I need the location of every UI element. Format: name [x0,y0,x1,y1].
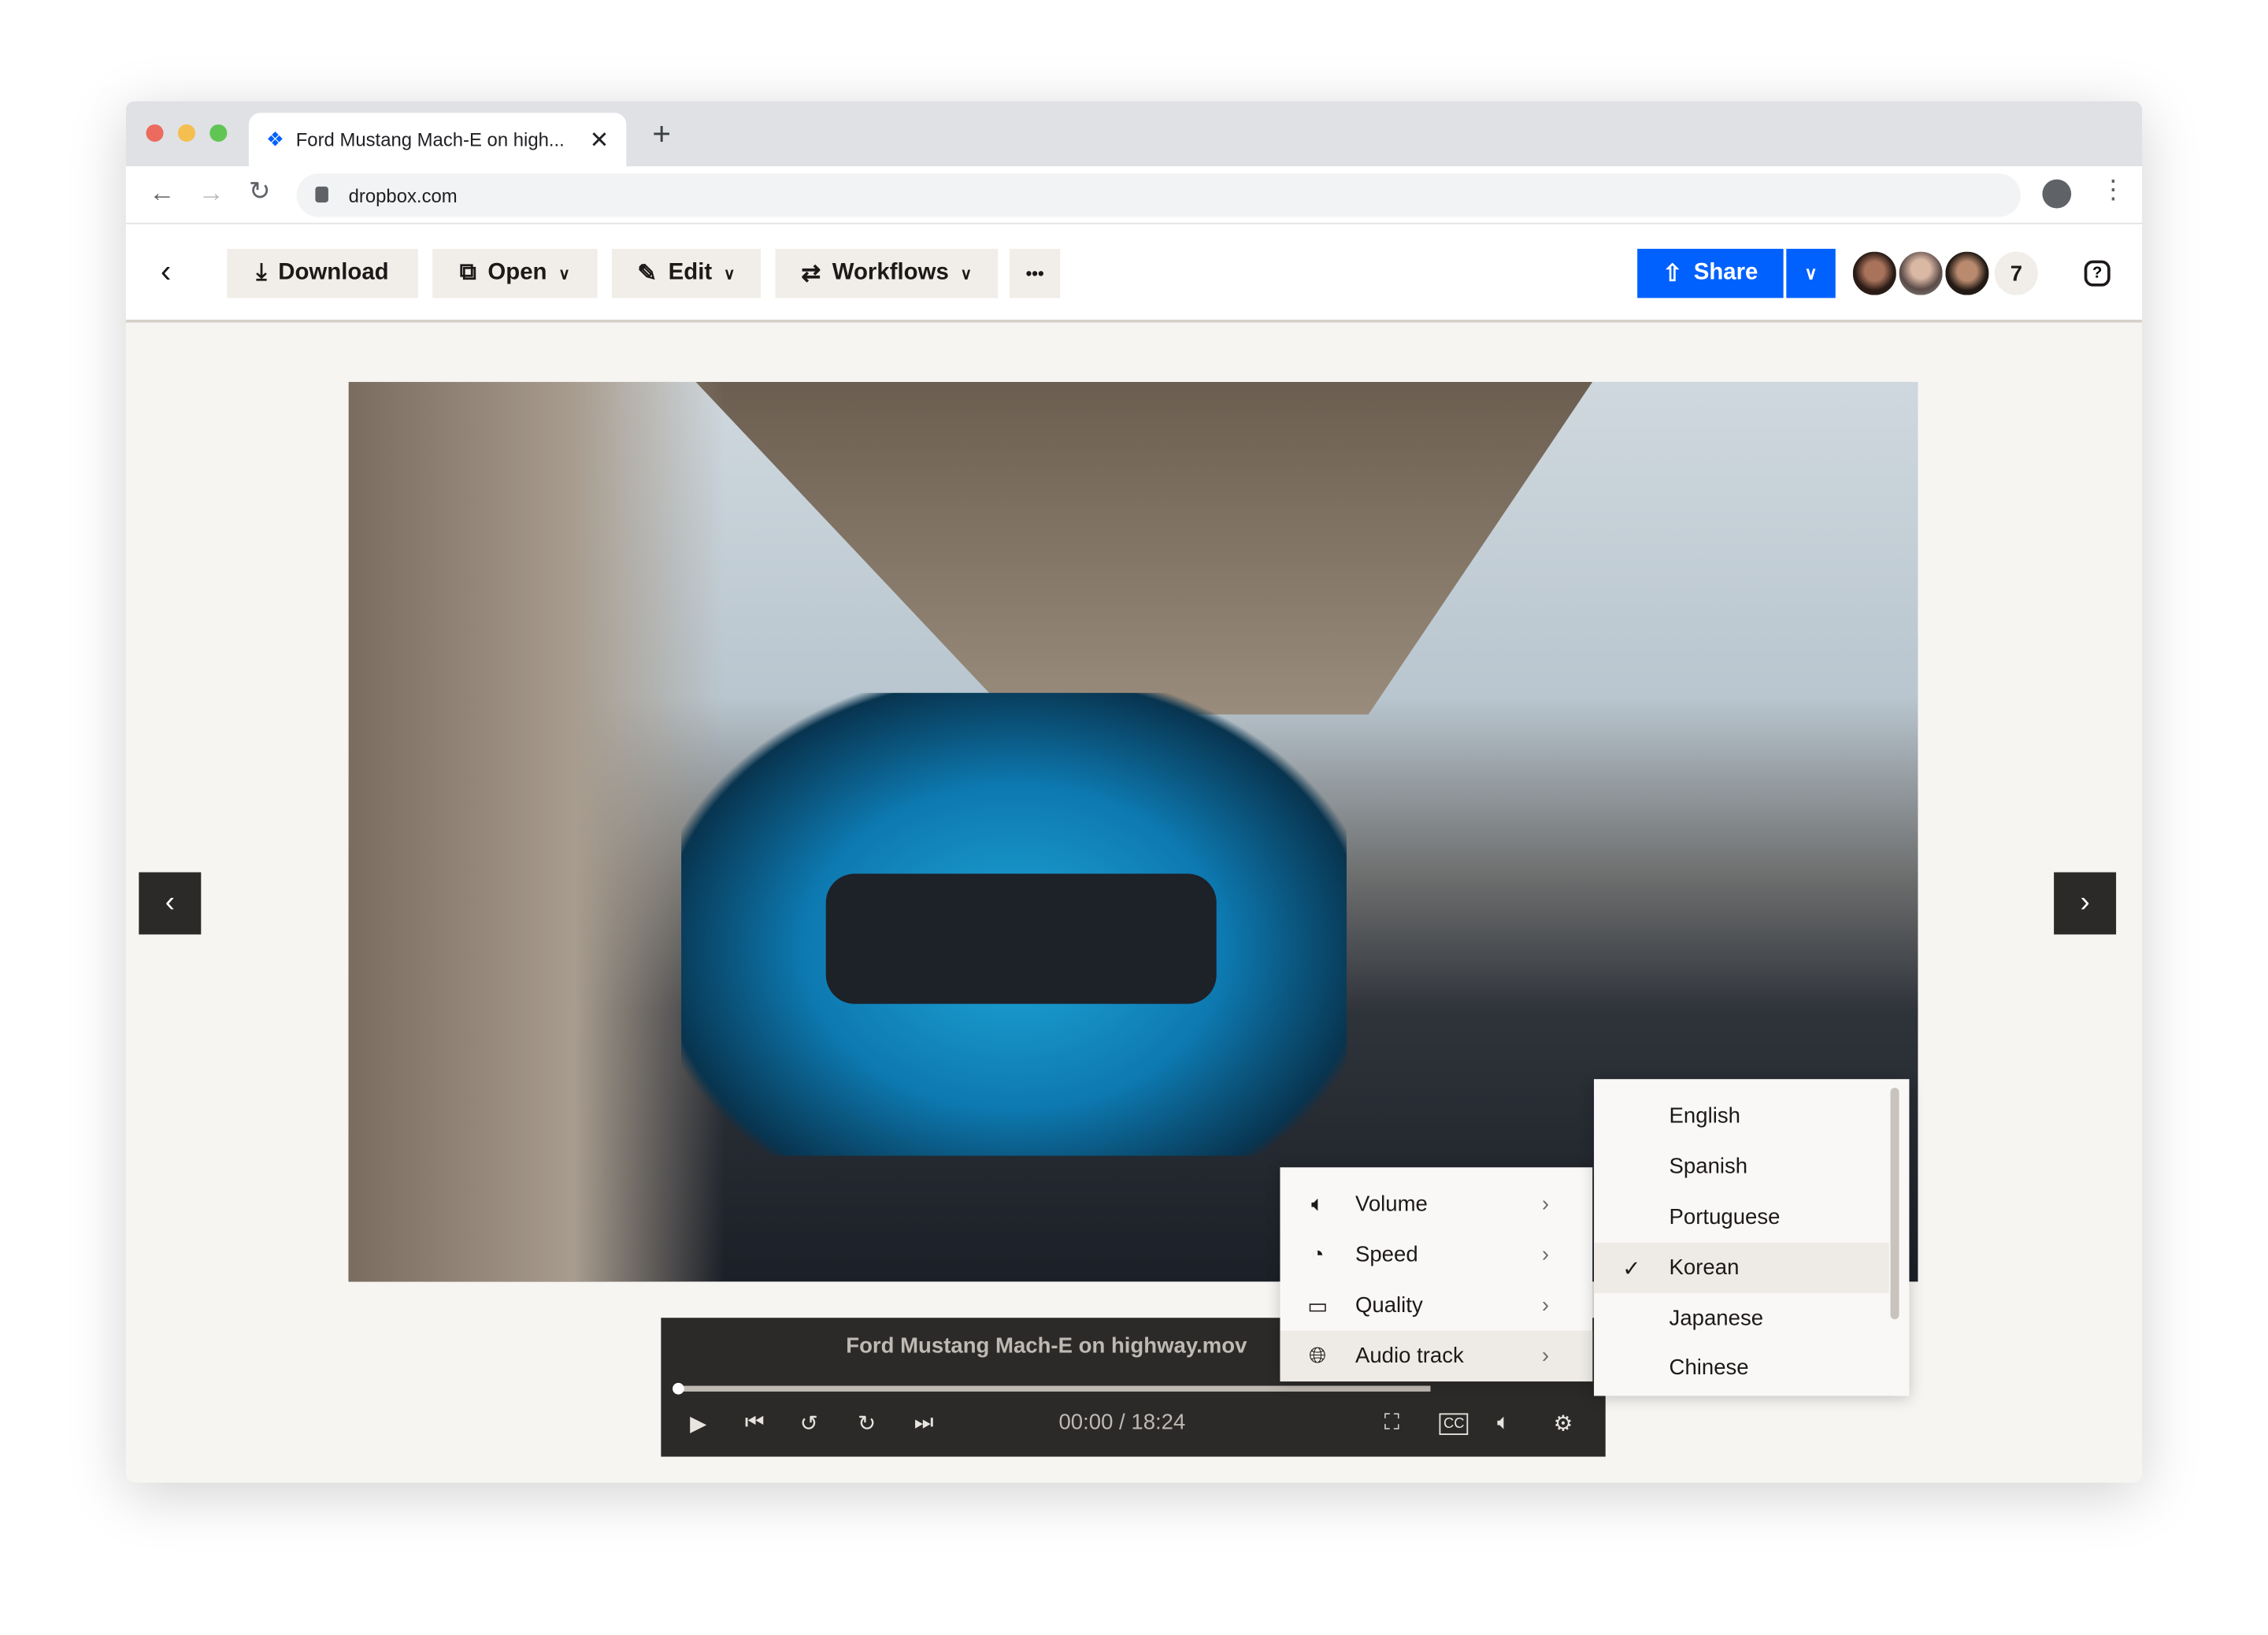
menu-item-label: Audio track [1354,1344,1464,1369]
forward-10-icon[interactable]: ↻ [858,1411,876,1437]
video-camera-icon: ▭ [1307,1293,1329,1319]
globe-icon: 🌐︎ [1309,1344,1327,1369]
browser-tab[interactable]: ❖ Ford Mustang Mach-E on high... ✕ [248,113,627,167]
chevron-down-icon: ∨ [1804,263,1818,284]
forward-icon[interactable]: → [198,178,224,209]
menu-item-audio-track[interactable]: 🌐︎ Audio track › [1280,1330,1593,1382]
overpass-image [695,381,1593,715]
tab-title: Ford Mustang Mach-E on high... [295,128,565,151]
menu-item-label: Quality [1354,1293,1423,1318]
minimize-window-button[interactable] [177,124,195,142]
dropbox-logo-icon: ❖ [265,127,285,151]
chevron-right-icon: › [1541,1293,1550,1318]
chevron-right-icon: › [1541,1192,1550,1217]
chevron-left-icon: ‹ [165,886,175,919]
download-label: Download [278,260,389,285]
rewind-10-icon[interactable]: ↺ [800,1411,818,1437]
menu-item-label: Volume [1354,1192,1428,1217]
skip-next-icon[interactable]: ⏭ [914,1411,934,1435]
checkmark-icon: ✓ [1622,1256,1641,1281]
more-button[interactable]: ••• [1010,248,1061,298]
share-icon: ⇧ [1662,261,1683,287]
chevron-right-icon: › [2080,886,2090,919]
next-file-button[interactable]: › [2054,872,2117,935]
menu-item-label: Speed [1354,1242,1418,1267]
audio-option-selected[interactable]: ✓ Korean [1594,1242,1889,1294]
audio-track-menu: English Spanish Portuguese ✓ Korean Japan… [1594,1079,1910,1396]
browser-window: ❖ Ford Mustang Mach-E on high... ✕ + ← →… [125,101,2143,1483]
menu-item-quality[interactable]: ▭ Quality › [1280,1280,1592,1330]
play-icon[interactable]: ▶ [690,1411,706,1437]
chevron-right-icon: › [1541,1242,1550,1267]
audio-option[interactable]: Spanish [1594,1141,1909,1192]
url-text: dropbox.com [348,184,458,206]
avatar[interactable] [1850,248,1899,298]
maximize-window-button[interactable] [209,124,228,142]
progress-handle[interactable] [673,1382,684,1395]
volume-icon: 🔈︎ [1310,1192,1325,1217]
audio-option[interactable]: Japanese [1594,1293,1909,1344]
tab-bar: ❖ Ford Mustang Mach-E on high... ✕ + [125,101,2143,167]
member-count-badge[interactable]: 7 [1992,248,2041,298]
back-chevron-icon[interactable]: ‹ [161,253,171,291]
open-external-icon: ⧉ [459,260,476,285]
settings-gear-icon[interactable]: ⚙ [1554,1411,1573,1437]
progress-bar[interactable] [678,1385,1431,1392]
chevron-right-icon: › [1541,1344,1550,1369]
download-button[interactable]: ⤓ Download [227,248,418,298]
fullscreen-icon[interactable]: ⛶ [1384,1411,1399,1435]
open-label: Open [487,260,547,285]
audio-option[interactable]: Chinese [1594,1342,1909,1392]
edit-button[interactable]: ✎ Edit ∨ [611,248,762,298]
close-tab-icon[interactable]: ✕ [590,125,610,154]
reload-icon[interactable]: ↻ [249,176,271,207]
new-tab-button[interactable]: + [652,116,671,154]
download-icon: ⤓ [256,260,267,285]
back-icon[interactable]: ← [149,178,175,209]
workflows-label: Workflows [832,260,949,285]
audio-option[interactable]: English [1594,1091,1909,1141]
chevron-down-icon: ∨ [558,265,571,284]
speed-gauge-icon: ◔ [1310,1242,1325,1267]
workflows-icon: ⇄ [801,261,821,287]
blurred-building-image [348,381,725,1282]
open-button[interactable]: ⧉ Open ∨ [432,248,598,298]
url-bar[interactable]: dropbox.com [296,173,2021,217]
close-window-button[interactable] [146,124,164,142]
avatar[interactable] [1896,248,1946,298]
skip-previous-icon[interactable]: ⏮ [745,1411,765,1435]
share-button[interactable]: ⇧ Share [1637,248,1784,298]
scrollbar[interactable] [1890,1088,1899,1320]
chevron-down-icon: ∨ [723,265,736,284]
profile-icon[interactable] [2042,179,2072,209]
volume-icon[interactable]: 🔈︎ [1497,1411,1510,1435]
workflows-button[interactable]: ⇄ Workflows ∨ [775,248,999,298]
previous-file-button[interactable]: ‹ [139,872,202,935]
help-icon[interactable]: ? [2084,260,2110,287]
file-toolbar: ‹ ⤓ Download ⧉ Open ∨ ✎ Edit ∨ ⇄ Workflows ∨ ••… [125,224,2143,323]
share-label: Share [1693,260,1758,285]
audio-option-label: Chinese [1669,1355,1749,1381]
time-display: 00:00 / 18:24 [1058,1410,1186,1436]
edit-label: Edit [668,260,713,285]
audio-option[interactable]: Portuguese [1594,1192,1909,1242]
audio-option-label: Japanese [1669,1306,1764,1331]
car-grille-image [825,873,1217,1004]
settings-menu: 🔈︎ Volume › ◔ Speed › ▭ Quality › 🌐︎ Audio trac… [1280,1167,1593,1382]
avatar[interactable] [1942,248,1992,298]
captions-button[interactable]: CC [1439,1413,1469,1436]
audio-option-label: Korean [1669,1255,1740,1281]
browser-menu-icon[interactable]: ⋮ [2100,175,2126,206]
menu-item-volume[interactable]: 🔈︎ Volume › [1280,1179,1592,1229]
menu-item-speed[interactable]: ◔ Speed › [1280,1229,1592,1280]
audio-option-label: English [1669,1103,1740,1129]
address-row: ← → ↻ dropbox.com ⋮ [125,166,2143,224]
audio-option-label: Spanish [1669,1154,1748,1179]
audio-option-label: Portuguese [1669,1204,1781,1230]
pencil-icon: ✎ [637,261,657,287]
lock-icon [315,186,328,203]
chevron-down-icon: ∨ [960,265,973,284]
share-dropdown-button[interactable]: ∨ [1786,248,1836,298]
